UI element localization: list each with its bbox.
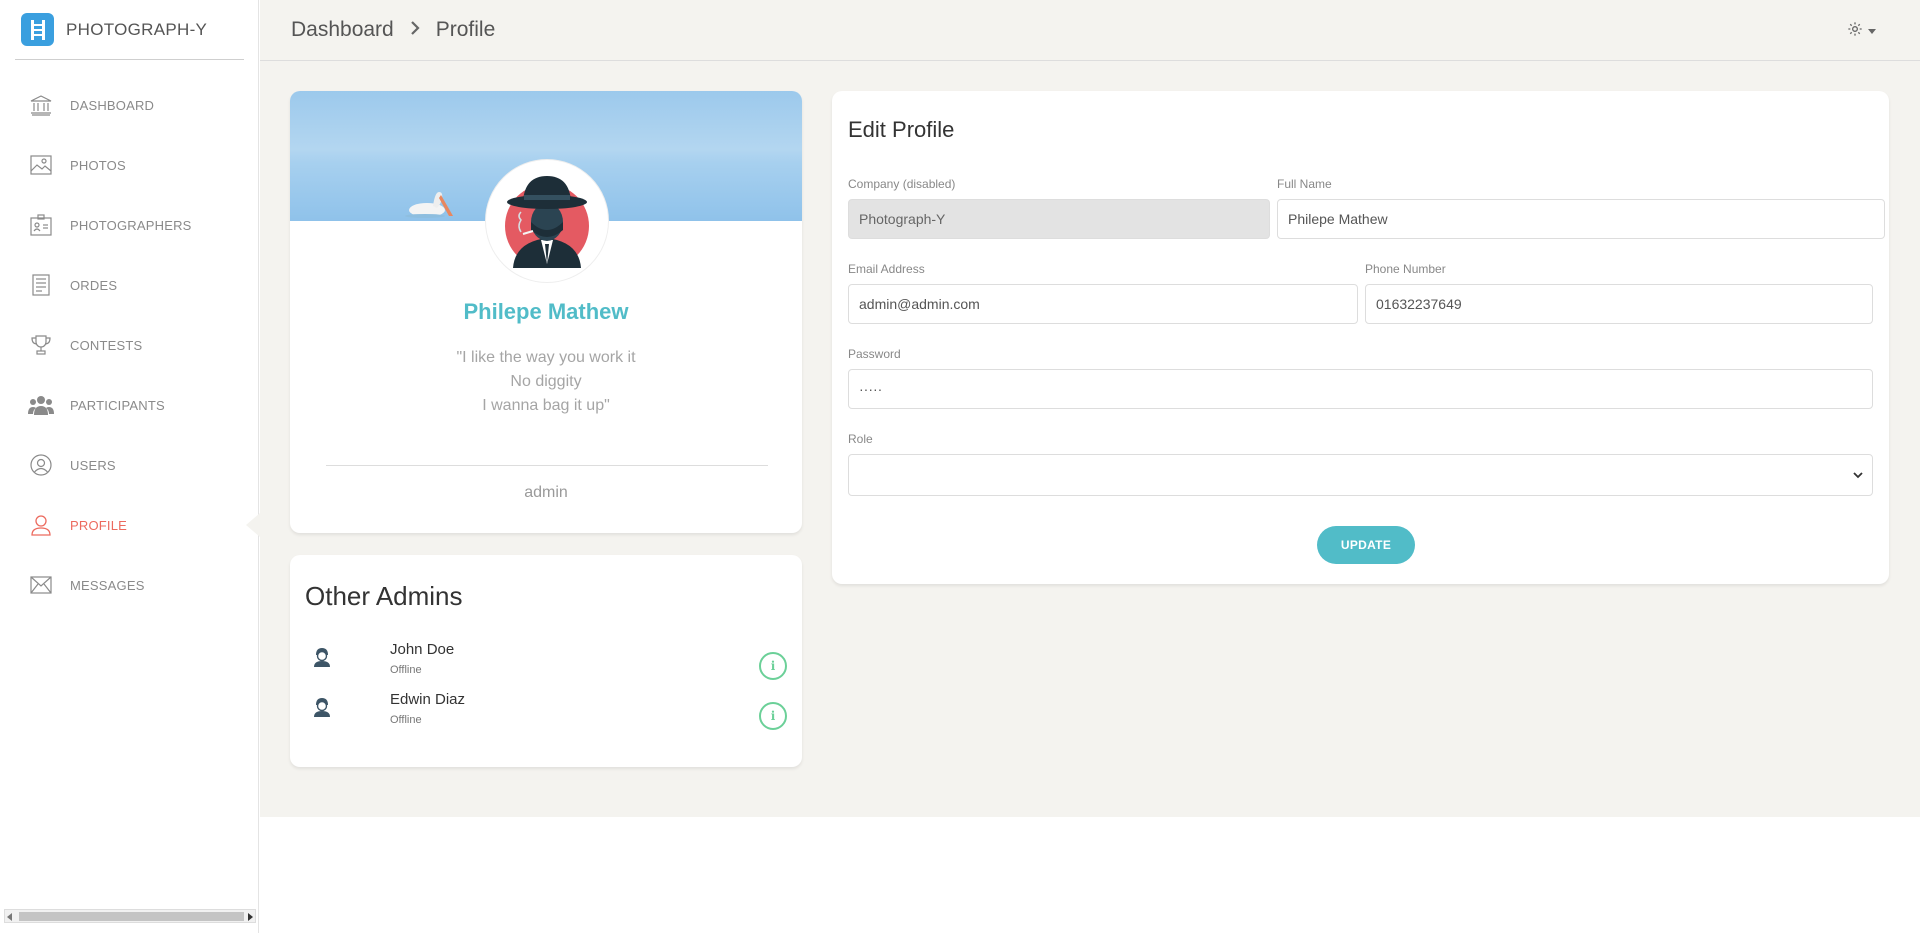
main-content: Dashboard Profile Philepe Mathew "I like…: [260, 0, 1920, 817]
image-icon: [28, 152, 54, 178]
sidebar-item-label: USERS: [70, 457, 116, 473]
role-label: Role: [848, 432, 873, 446]
pelican-image: [405, 186, 455, 227]
edit-profile-title: Edit Profile: [848, 117, 955, 142]
sidebar-item-label: DASHBOARD: [70, 97, 155, 113]
sidebar-item-ordes[interactable]: ORDES: [0, 255, 259, 315]
other-admins-title: Other Admins: [305, 581, 463, 611]
scrollbar-thumb[interactable]: [19, 912, 244, 921]
caret-down-icon: [1868, 29, 1876, 34]
update-button[interactable]: UPDATE: [1317, 526, 1415, 564]
sidebar: PHOTOGRAPH-Y DASHBOARD PHOTOS PHOTOGRAPH…: [0, 0, 260, 933]
sidebar-item-label: PHOTOS: [70, 157, 126, 173]
other-admins-card: Other Admins John Doe Offline i Edwin Di…: [290, 555, 802, 767]
sidebar-item-label: PARTICIPANTS: [70, 397, 165, 413]
company-label: Company (disabled): [848, 177, 956, 191]
list-item: John Doe Offline i: [305, 641, 787, 691]
sidebar-item-contests[interactable]: CONTESTS: [0, 315, 259, 375]
info-button[interactable]: i: [759, 702, 787, 730]
info-button[interactable]: i: [759, 652, 787, 680]
fullname-field[interactable]: Philepe Mathew: [1277, 199, 1885, 239]
profile-role: admin: [524, 484, 568, 501]
users-group-icon: [28, 392, 54, 418]
admin-status: Offline: [390, 714, 422, 726]
admin-status: Offline: [390, 664, 422, 676]
quote-line: "I like the way you work it: [456, 349, 636, 366]
sidebar-item-label: CONTESTS: [70, 337, 143, 353]
password-field[interactable]: ·····: [848, 369, 1873, 409]
user-circle-icon: [28, 452, 54, 478]
document-icon: [28, 272, 54, 298]
active-indicator: [246, 513, 260, 537]
breadcrumb-profile: Profile: [435, 18, 496, 41]
list-item: Edwin Diaz Offline i: [305, 691, 787, 741]
sidebar-item-label: PHOTOGRAPHERS: [70, 217, 192, 233]
film-logo-icon: [21, 13, 54, 46]
quote-line: I wanna bag it up": [482, 397, 610, 414]
brand-name: PHOTOGRAPH-Y: [66, 19, 208, 39]
role-select[interactable]: [848, 454, 1873, 496]
edit-profile-card: Edit Profile Company (disabled) Photogra…: [832, 91, 1889, 584]
email-field[interactable]: admin@admin.com: [848, 284, 1358, 324]
chevron-down-icon: [1852, 468, 1864, 484]
sidebar-item-label: MESSAGES: [70, 577, 145, 593]
brand[interactable]: PHOTOGRAPH-Y: [15, 0, 244, 60]
user-avatar-icon: [313, 697, 331, 722]
password-label: Password: [848, 347, 901, 361]
sidebar-item-label: ORDES: [70, 277, 118, 293]
fullname-label: Full Name: [1277, 177, 1332, 191]
phone-label: Phone Number: [1365, 262, 1446, 276]
divider: [326, 465, 768, 466]
user-icon: [28, 512, 54, 538]
user-avatar-icon: [313, 647, 331, 672]
sidebar-item-messages[interactable]: MESSAGES: [0, 555, 259, 615]
profile-name: Philepe Mathew: [463, 299, 629, 324]
topbar: Dashboard Profile: [260, 0, 1920, 61]
sidebar-nav: DASHBOARD PHOTOS PHOTOGRAPHERS ORDES CON…: [0, 75, 260, 615]
admin-name: Edwin Diaz: [390, 691, 466, 708]
scroll-left-icon[interactable]: [7, 913, 12, 921]
sidebar-item-participants[interactable]: PARTICIPANTS: [0, 375, 259, 435]
sidebar-item-dashboard[interactable]: DASHBOARD: [0, 75, 259, 135]
scroll-right-icon[interactable]: [248, 913, 253, 921]
id-card-icon: [28, 212, 54, 238]
profile-card: Philepe Mathew "I like the way you work …: [290, 91, 802, 533]
sidebar-item-users[interactable]: USERS: [0, 435, 259, 495]
trophy-icon: [28, 332, 54, 358]
bank-icon: [28, 92, 54, 118]
sidebar-item-photographers[interactable]: PHOTOGRAPHERS: [0, 195, 259, 255]
breadcrumb-dashboard[interactable]: Dashboard: [291, 18, 394, 42]
profile-avatar: [485, 159, 609, 283]
phone-field[interactable]: 01632237649: [1365, 284, 1873, 324]
sidebar-item-label: PROFILE: [70, 517, 128, 533]
gear-icon: [1847, 21, 1863, 42]
company-field: Photograph-Y: [848, 199, 1270, 239]
quote-line: No diggity: [510, 373, 582, 390]
sidebar-item-photos[interactable]: PHOTOS: [0, 135, 259, 195]
settings-dropdown[interactable]: [1847, 21, 1876, 42]
sidebar-item-profile[interactable]: PROFILE: [0, 495, 260, 555]
profile-quote: "I like the way you work it No diggity I…: [290, 346, 802, 418]
admin-name: John Doe: [390, 641, 455, 658]
envelope-icon: [28, 572, 54, 598]
email-label: Email Address: [848, 262, 925, 276]
horizontal-scrollbar[interactable]: [4, 909, 256, 923]
chevron-right-icon: [410, 20, 420, 40]
